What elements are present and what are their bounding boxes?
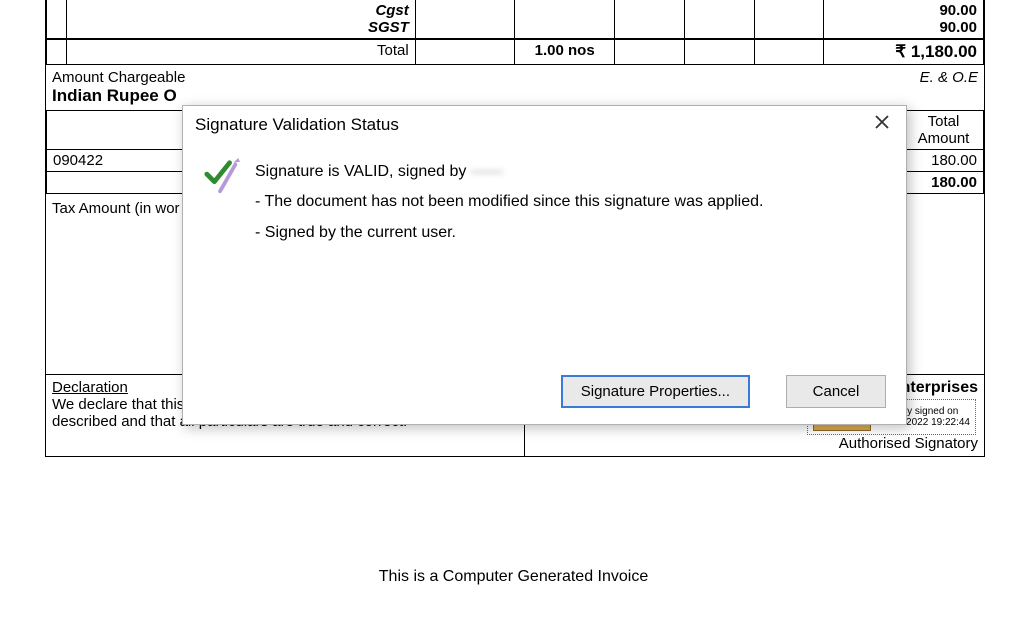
- tax-amount-words-label: Tax Amount (in wor: [52, 200, 180, 217]
- amount-words-row: Amount Chargeable E. & O.E Indian Rupee …: [46, 65, 984, 110]
- sgst-amount: 90.00: [939, 19, 977, 36]
- total-amount: ₹ 1,180.00: [824, 40, 984, 65]
- total-row: Total 1.00 nos ₹ 1,180.00: [46, 39, 984, 65]
- hsn-row-amount: 180.00: [904, 150, 984, 172]
- currency-words: Indian Rupee O: [52, 86, 177, 105]
- footer-text: This is a Computer Generated Invoice: [0, 558, 1027, 596]
- dialog-title: Signature Validation Status: [195, 115, 399, 135]
- signed-by-name: ——: [471, 163, 503, 180]
- hsn-total-amount: 180.00: [904, 172, 984, 194]
- signature-validation-dialog: Signature Validation Status Signature is…: [182, 105, 907, 425]
- cancel-button[interactable]: Cancel: [786, 375, 886, 408]
- tax-lines-table: Cgst SGST 90.00 90.00: [46, 0, 984, 39]
- total-label: Total: [66, 40, 415, 65]
- signature-properties-button[interactable]: Signature Properties...: [561, 375, 750, 408]
- cgst-label: Cgst: [375, 2, 408, 19]
- total-qty: 1.00 nos: [515, 40, 615, 65]
- dialog-valid-line: Signature is VALID, signed by: [255, 163, 471, 180]
- dialog-bullet-2: - Signed by the current user.: [255, 218, 763, 248]
- dialog-message: Signature is VALID, signed by —— - The d…: [255, 157, 763, 248]
- sgst-label: SGST: [368, 19, 409, 36]
- hsn-amount-header: Total Amount: [904, 111, 984, 150]
- authorised-signatory-label: Authorised Signatory: [531, 435, 978, 452]
- close-icon[interactable]: [870, 114, 894, 135]
- declaration-title: Declaration: [52, 379, 128, 396]
- cgst-amount: 90.00: [939, 2, 977, 19]
- eoe-label: E. & O.E: [920, 69, 978, 86]
- amount-chargeable-label: Amount Chargeable: [52, 69, 185, 86]
- dialog-bullet-1: - The document has not been modified sin…: [255, 187, 763, 217]
- valid-signature-icon: [203, 157, 241, 195]
